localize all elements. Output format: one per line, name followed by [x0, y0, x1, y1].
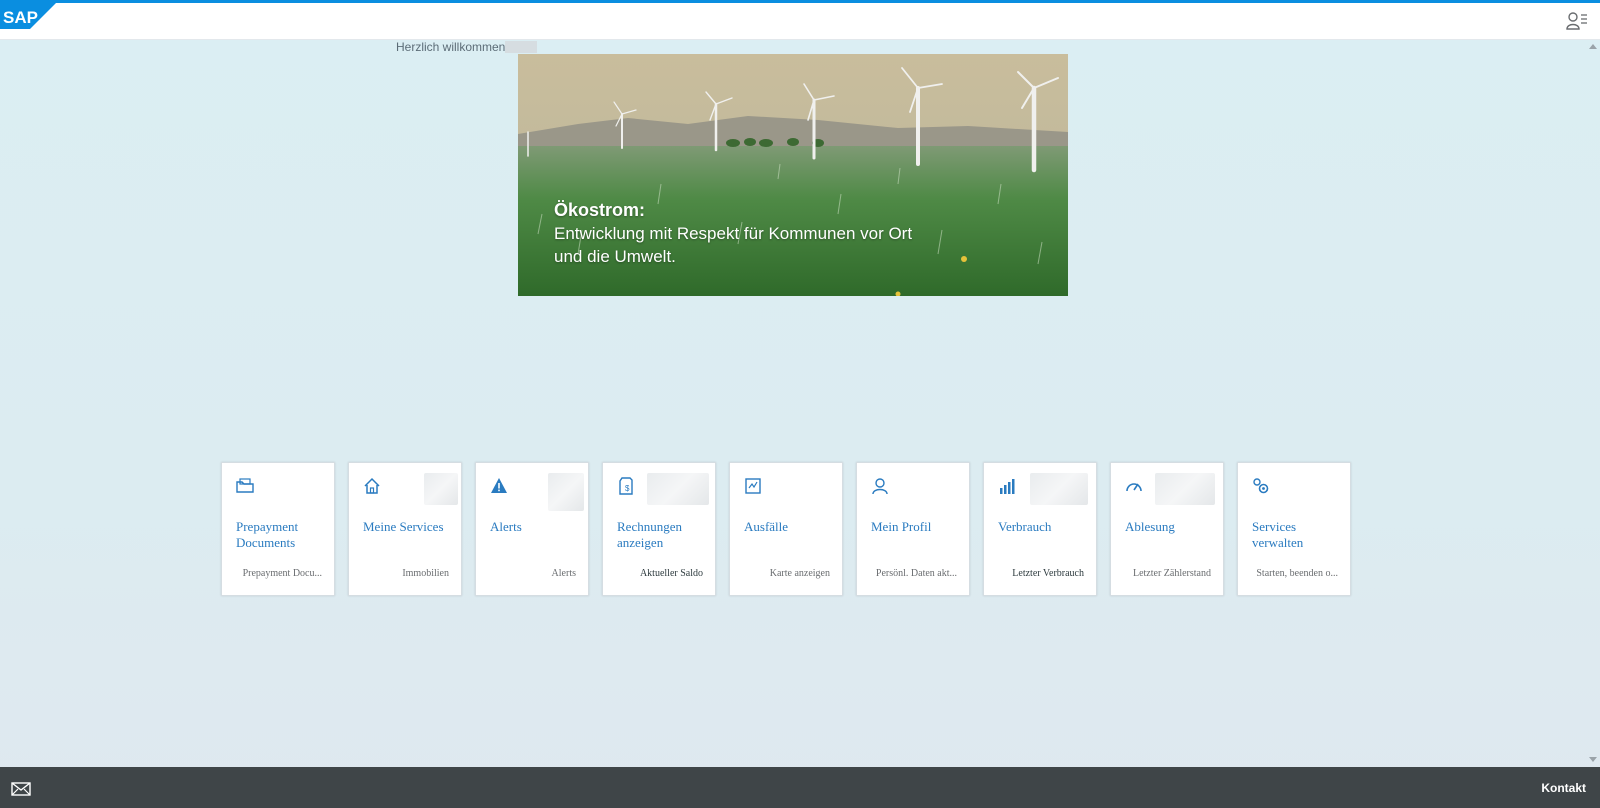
tile-rechnungen-anzeigen[interactable]: $ Rechnungen anzeigen Aktueller Saldo: [602, 462, 716, 596]
mail-icon[interactable]: [11, 782, 31, 796]
hero-banner: Ökostrom: Entwicklung mit Respekt für Ko…: [518, 54, 1068, 296]
welcome-message: Herzlich willkommen: [396, 40, 538, 54]
tile-title: Services verwalten: [1252, 519, 1304, 550]
tile-footer: Prepayment Docu...: [242, 568, 322, 579]
tile-thumbnail: [1030, 473, 1088, 505]
sap-logo[interactable]: SAP: [0, 3, 56, 29]
tile-prepayment-documents[interactable]: Prepayment Documents Prepayment Docu...: [221, 462, 335, 596]
tile-thumbnail: [1155, 473, 1215, 505]
svg-text:SAP: SAP: [3, 8, 38, 27]
alert-icon: [491, 478, 507, 493]
tile-services-verwalten[interactable]: Services verwalten Starten, beenden o...: [1237, 462, 1351, 596]
home-icon: [364, 477, 380, 494]
scroll-up-arrow-icon[interactable]: [1589, 44, 1597, 49]
tile-title: Rechnungen anzeigen: [617, 519, 682, 550]
tile-footer: Letzter Verbrauch: [1012, 568, 1084, 579]
welcome-text: Herzlich willkommen: [396, 40, 506, 54]
tile-title: Meine Services: [363, 519, 444, 534]
tile-ausfaelle[interactable]: Ausfälle Karte anzeigen: [729, 462, 843, 596]
tile-title: Ausfälle: [744, 519, 789, 534]
svg-text:$: $: [625, 484, 630, 493]
tile-title: Prepayment Documents: [236, 519, 299, 550]
tile-footer: Starten, beenden o...: [1256, 568, 1338, 579]
tile-title: Alerts: [490, 519, 522, 534]
tile-thumbnail: [548, 473, 584, 511]
tile-alerts[interactable]: Alerts Alerts: [475, 462, 589, 596]
hero-caption: Ökostrom: Entwicklung mit Respekt für Ko…: [554, 199, 912, 268]
tile-group: Prepayment Documents Prepayment Docu... …: [221, 462, 1351, 596]
tile-footer: Aktueller Saldo: [639, 568, 703, 579]
folder-icon: [236, 478, 254, 493]
footer-bar: Kontakt: [0, 767, 1600, 808]
vertical-scrollbar[interactable]: [1586, 40, 1600, 767]
gauge-icon: [1126, 483, 1142, 492]
bar-chart-icon: [1000, 479, 1015, 494]
tile-meine-services[interactable]: Meine Services Immobilien: [348, 462, 462, 596]
tile-footer: Letzter Zählerstand: [1132, 568, 1211, 579]
tile-mein-profil[interactable]: Mein Profil Persönl. Daten akt...: [856, 462, 970, 596]
tile-title: Mein Profil: [871, 519, 932, 534]
contact-link[interactable]: Kontakt: [1541, 781, 1586, 795]
outage-map-icon: [745, 478, 761, 494]
hero-line-1: Entwicklung mit Respekt für Kommunen vor…: [554, 224, 913, 243]
person-icon: [872, 478, 888, 495]
hero-title: Ökostrom:: [554, 200, 646, 220]
tile-footer: Immobilien: [402, 568, 449, 579]
user-menu-icon[interactable]: [1566, 11, 1588, 31]
tile-thumbnail: [647, 473, 709, 505]
tile-title: Ablesung: [1125, 519, 1175, 534]
tile-footer: Karte anzeigen: [769, 568, 830, 579]
user-name-redacted: [505, 41, 538, 53]
tile-verbrauch[interactable]: Verbrauch Letzter Verbrauch: [983, 462, 1097, 596]
tile-footer: Alerts: [551, 568, 576, 579]
hero-line-2: und die Umwelt.: [554, 247, 676, 266]
tile-footer: Persönl. Daten akt...: [875, 568, 957, 579]
tile-ablesung[interactable]: Ablesung Letzter Zählerstand: [1110, 462, 1224, 596]
scroll-down-arrow-icon[interactable]: [1589, 757, 1597, 762]
shell-header: SAP: [0, 3, 1600, 40]
settings-gears-icon: [1253, 478, 1269, 494]
tile-title: Verbrauch: [998, 519, 1052, 534]
invoice-icon: $: [619, 477, 633, 495]
tile-thumbnail: [424, 473, 458, 505]
